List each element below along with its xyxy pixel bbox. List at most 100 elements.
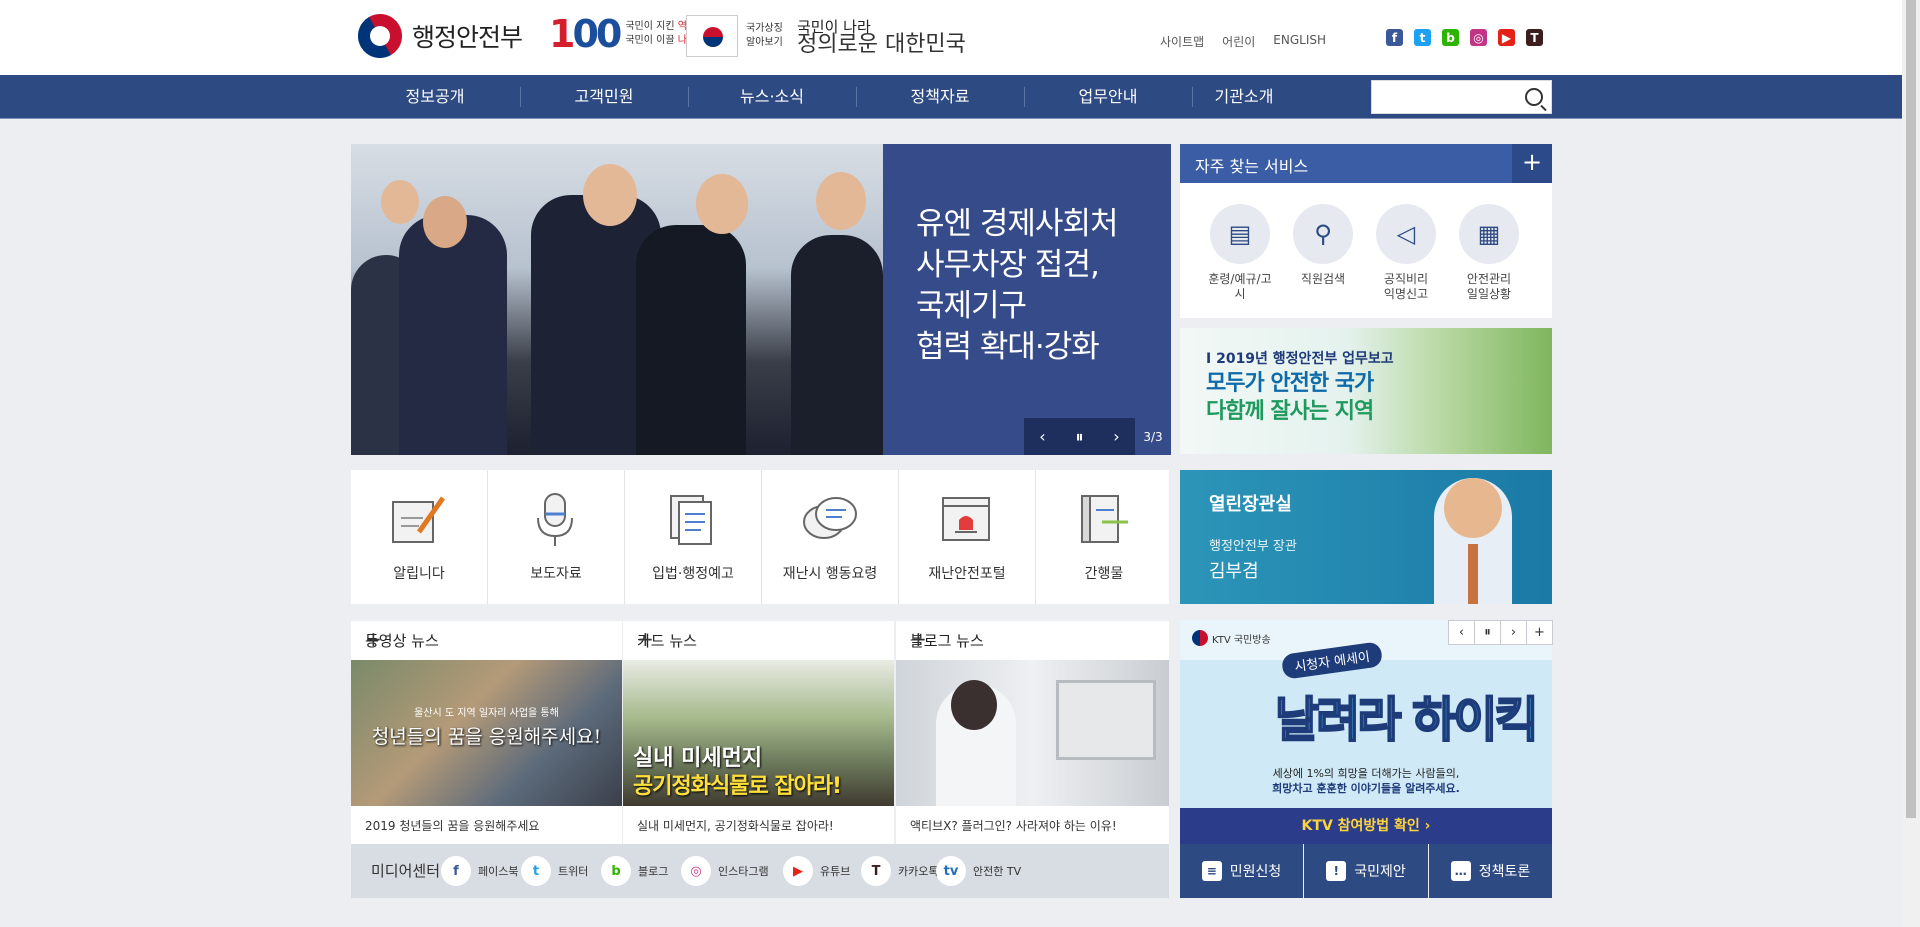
video-news-caption[interactable]: 2019 청년들의 꿈을 응원해주세요: [365, 817, 539, 834]
video-news-thumbnail[interactable]: 울산시 도 지역 일자리 사업을 통해 청년들의 꿈을 응원해주세요!: [351, 660, 622, 806]
quicklink-disaster-guide[interactable]: 재난시 행동요령: [762, 470, 898, 604]
media-link-label: 안전한 TV: [973, 865, 1022, 878]
card-news-card: 카드 뉴스 + 실내 미세먼지 공기정화식물로 잡아라! 실내 미세먼지, 공기정…: [623, 621, 894, 844]
media-link-0[interactable]: f 페이스북: [441, 856, 518, 886]
quicklink-press-release[interactable]: 보도자료: [488, 470, 624, 604]
minister-office-title: 열린장관실: [1209, 494, 1292, 515]
ktv-participate-button[interactable]: KTV 참여방법 확인 ›: [1180, 808, 1552, 844]
quicklink-safety-portal[interactable]: 재난안전포털: [899, 470, 1035, 604]
media-link-label: 유튜브: [820, 865, 851, 878]
citizen-proposal-button[interactable]: ! 국민제안: [1304, 844, 1428, 898]
kids-link[interactable]: 어린이: [1222, 33, 1255, 50]
ktv-prev-button[interactable]: ‹: [1448, 620, 1475, 645]
service-anonymous-report[interactable]: ◁ 공직비리 익명신고: [1370, 204, 1442, 302]
instagram-icon[interactable]: ◎: [1470, 29, 1487, 46]
service-regulations[interactable]: ▤ 훈령/예규/고시: [1204, 204, 1276, 302]
hero-title: 유엔 경제사회처 사무차장 접견, 국제기구 협력 확대·강화: [916, 206, 1118, 365]
search-icon[interactable]: [1525, 88, 1543, 106]
quicklink-label: 보도자료: [530, 566, 582, 582]
nav-item-news[interactable]: 뉴스·소식: [688, 75, 856, 119]
minister-office-banner[interactable]: 열린장관실 행정안전부 장관 김부겸: [1180, 470, 1552, 604]
blog-icon[interactable]: b: [1442, 29, 1459, 46]
media-link-3[interactable]: ◎ 인스타그램: [681, 856, 769, 886]
logo-text: 행정안전부: [412, 23, 523, 52]
scrollbar-thumb[interactable]: [1906, 0, 1916, 818]
site-header: 행정안전부 110000 국민이 지킨 역사 국민이 이끌 나라 국가상징 알아…: [0, 0, 1902, 75]
ktv-more-button[interactable]: +: [1526, 620, 1553, 645]
nav-item-policy-data[interactable]: 정책자료: [856, 75, 1024, 119]
media-link-label: 블로그: [638, 865, 669, 878]
video-news-more-button[interactable]: +: [365, 627, 614, 651]
english-link[interactable]: ENGLISH: [1273, 33, 1326, 50]
top-links: 사이트맵 어린이 ENGLISH: [1160, 33, 1326, 50]
media-link-2[interactable]: b 블로그: [601, 856, 668, 886]
microphone-icon: [537, 493, 573, 546]
hero-photo[interactable]: [351, 144, 883, 455]
civil-petition-button[interactable]: ≡ 민원신청: [1180, 844, 1303, 898]
national-slogan[interactable]: 국민이 나라 정의로운 대한민국: [797, 18, 966, 57]
ktv-program-title: 날려라 하이킥: [1274, 691, 1540, 749]
quicklink-label: 알립니다: [393, 566, 445, 582]
hero-prev-button[interactable]: ‹: [1024, 418, 1061, 455]
service-safety-daily[interactable]: ▦ 안전관리 일일상황: [1453, 204, 1525, 302]
nav-item-civil-service[interactable]: 고객민원: [520, 75, 688, 119]
blog-news-caption[interactable]: 액티브X? 플러그인? 사라져야 하는 이유!: [910, 817, 1117, 834]
nav-item-info-disclosure[interactable]: 정보공개: [351, 75, 519, 119]
quicklink-notice[interactable]: 알립니다: [351, 470, 487, 604]
service-label: 안전관리 일일상황: [1466, 272, 1512, 301]
media-link-label: 카카오톡: [898, 865, 939, 878]
service-staff-search[interactable]: ⚲ 직원검색: [1287, 204, 1359, 287]
quicklink-publications[interactable]: 간행물: [1036, 470, 1169, 604]
kakaotalk-icon: T: [861, 856, 891, 886]
slogan-line2: 정의로운 대한민국: [797, 32, 966, 57]
megaphone-icon: ◁: [1376, 204, 1436, 264]
media-link-label: 페이스북: [478, 865, 519, 878]
ktv-logo: KTV 국민방송: [1192, 630, 1271, 646]
blog-news-thumbnail[interactable]: [896, 660, 1169, 806]
policy-debate-button[interactable]: … 정책토론: [1429, 844, 1552, 898]
search-input[interactable]: [1371, 80, 1552, 114]
blog-news-more-button[interactable]: +: [910, 627, 1161, 651]
media-center-title: 미디어센터: [371, 862, 441, 880]
centennial-badge[interactable]: 110000 국민이 지킨 역사 국민이 이끌 나라: [549, 12, 696, 56]
calendar-icon: ▦: [1459, 204, 1519, 264]
document-icon: [670, 495, 712, 545]
ktv-banner[interactable]: KTV 국민방송 ‹ ⏸ › + 시청자 에세이 날려라 하이킥 세상에 1%의…: [1180, 620, 1553, 844]
hero-caption-panel[interactable]: 유엔 경제사회처 사무차장 접견, 국제기구 협력 확대·강화: [883, 144, 1171, 455]
quicklink-legislation[interactable]: 입법·행정예고: [625, 470, 761, 604]
people-search-icon: ⚲: [1293, 204, 1353, 264]
ministry-logo[interactable]: 행정안전부: [349, 5, 523, 67]
facebook-icon: f: [441, 856, 471, 886]
alarm-siren-icon: [942, 497, 990, 541]
work-report-banner[interactable]: I 2019년 행정안전부 업무보고 모두가 안전한 국가 다함께 잘사는 지역: [1180, 328, 1552, 454]
hero-pause-button[interactable]: ⏸: [1061, 418, 1098, 455]
banner-subtitle: I 2019년 행정안전부 업무보고: [1206, 351, 1394, 367]
media-link-1[interactable]: t 트위터: [521, 856, 588, 886]
media-link-6[interactable]: tv 안전한 TV: [936, 856, 1021, 886]
ktv-pause-button[interactable]: ⏸: [1474, 620, 1501, 645]
banner-title: 모두가 안전한 국가 다함께 잘사는 지역: [1206, 371, 1374, 424]
card-news-more-button[interactable]: +: [637, 627, 886, 651]
national-symbols-link[interactable]: 국가상징 알아보기: [686, 15, 783, 57]
media-link-label: 인스타그램: [718, 865, 769, 878]
hero-pager: 3/3: [1135, 418, 1171, 455]
card-news-caption[interactable]: 실내 미세먼지, 공기정화식물로 잡아라!: [637, 817, 834, 834]
minister-name: 김부겸: [1209, 561, 1259, 582]
ktv-next-button[interactable]: ›: [1500, 620, 1527, 645]
blog-icon: b: [601, 856, 631, 886]
youtube-icon[interactable]: ▶: [1498, 29, 1515, 46]
media-link-5[interactable]: T 카카오톡: [861, 856, 938, 886]
twitter-icon[interactable]: t: [1414, 29, 1431, 46]
sitemap-link[interactable]: 사이트맵: [1160, 33, 1204, 50]
hero-next-button[interactable]: ›: [1098, 418, 1135, 455]
card-news-thumbnail[interactable]: 실내 미세먼지 공기정화식물로 잡아라!: [623, 660, 894, 806]
kakaotalk-icon[interactable]: T: [1526, 29, 1543, 46]
archive-box-icon: ▤: [1210, 204, 1270, 264]
facebook-icon[interactable]: f: [1386, 29, 1403, 46]
notice-pen-icon: [392, 496, 446, 543]
media-link-4[interactable]: ▶ 유튜브: [783, 856, 850, 886]
youtube-icon: ▶: [783, 856, 813, 886]
nav-item-about[interactable]: 기관소개: [1160, 75, 1328, 119]
frequent-services-more-button[interactable]: +: [1512, 144, 1552, 183]
minister-subtitle: 행정안전부 장관: [1209, 539, 1297, 554]
